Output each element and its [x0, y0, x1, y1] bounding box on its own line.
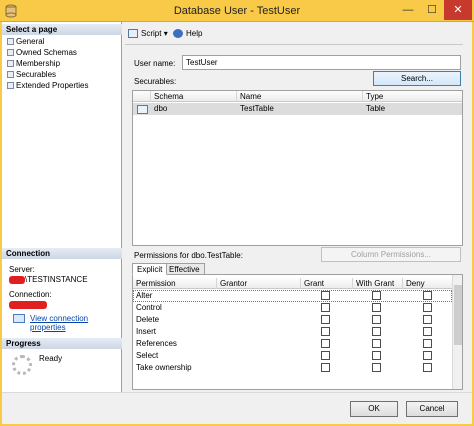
column-header-grantor[interactable]: Grantor	[217, 278, 301, 289]
chevron-down-icon: ▾	[163, 29, 168, 38]
permission-name-cell: Alter	[136, 291, 153, 300]
table-row[interactable]	[133, 103, 462, 115]
redacted-mark	[9, 300, 47, 309]
select-page-header: Select a page	[2, 24, 122, 35]
securable-type-cell: Table	[366, 104, 386, 113]
grant-checkbox[interactable]	[321, 339, 330, 348]
grant-checkbox[interactable]	[321, 351, 330, 360]
column-header-icon	[133, 91, 151, 102]
permissions-scrollbar[interactable]	[452, 275, 462, 389]
connection-value	[9, 300, 47, 309]
column-permissions-button[interactable]: Column Permissions...	[321, 247, 461, 262]
deny-checkbox[interactable]	[423, 291, 432, 300]
permission-name-cell: Select	[136, 351, 159, 360]
deny-checkbox[interactable]	[423, 351, 432, 360]
grant-checkbox[interactable]	[321, 363, 330, 372]
page-membership[interactable]: Membership	[7, 58, 60, 69]
deny-checkbox[interactable]	[423, 339, 432, 348]
column-header-schema[interactable]: Schema	[151, 91, 237, 102]
deny-checkbox[interactable]	[423, 363, 432, 372]
permission-name-cell: Control	[136, 303, 162, 312]
with-grant-checkbox[interactable]	[372, 291, 381, 300]
help-button[interactable]: Help	[173, 28, 202, 39]
connection-header: Connection	[2, 248, 122, 259]
securables-grid-header: Schema Name Type	[133, 91, 462, 102]
permissions-grid[interactable]: Permission Grantor Grant With Grant Deny…	[132, 274, 463, 390]
cancel-button[interactable]: Cancel	[406, 401, 458, 417]
script-icon	[128, 29, 138, 38]
deny-checkbox[interactable]	[423, 303, 432, 312]
page-general[interactable]: General	[7, 36, 44, 47]
left-pane: Select a page General Owned Schemas Memb…	[2, 22, 122, 392]
securable-schema-cell: dbo	[154, 104, 168, 113]
permission-name-cell: Take ownership	[136, 363, 192, 372]
with-grant-checkbox[interactable]	[372, 363, 381, 372]
grant-checkbox[interactable]	[321, 291, 330, 300]
permissions-label: Permissions for dbo.TestTable:	[134, 251, 243, 260]
permissions-grid-header: Permission Grantor Grant With Grant Deny	[133, 278, 462, 289]
page-securables[interactable]: Securables	[7, 69, 56, 80]
page-icon	[7, 82, 14, 89]
permission-name-cell: References	[136, 339, 177, 348]
properties-icon	[13, 314, 25, 323]
page-owned-schemas[interactable]: Owned Schemas	[7, 47, 77, 58]
securables-label: Securables:	[134, 77, 177, 86]
progress-spinner-icon	[12, 355, 32, 375]
help-icon	[173, 29, 183, 38]
table-icon	[137, 105, 148, 114]
progress-header: Progress	[2, 338, 122, 349]
close-button[interactable]: ✕	[444, 0, 472, 20]
title-bar: Database User - TestUser — ☐ ✕	[0, 0, 474, 22]
user-name-label: User name:	[134, 59, 176, 68]
maximize-button[interactable]: ☐	[420, 0, 444, 20]
view-connection-properties-link[interactable]: View connection properties	[13, 314, 121, 332]
tab-explicit[interactable]: Explicit	[132, 263, 168, 275]
right-pane: Script ▾ Help User name: TestUser Secura…	[123, 22, 472, 392]
column-header-permission[interactable]: Permission	[133, 278, 217, 289]
with-grant-checkbox[interactable]	[372, 351, 381, 360]
deny-checkbox[interactable]	[423, 327, 432, 336]
deny-checkbox[interactable]	[423, 315, 432, 324]
server-value: \TESTINSTANCE	[9, 275, 88, 284]
permission-name-cell: Insert	[136, 327, 157, 336]
grant-checkbox[interactable]	[321, 303, 330, 312]
user-name-field[interactable]: TestUser	[182, 55, 461, 70]
ok-button[interactable]: OK	[350, 401, 398, 417]
with-grant-checkbox[interactable]	[372, 339, 381, 348]
connection-label: Connection:	[9, 290, 52, 299]
dialog-footer: OK Cancel	[2, 392, 472, 424]
minimize-button[interactable]: —	[396, 0, 420, 20]
scrollbar-thumb[interactable]	[454, 285, 462, 345]
page-icon	[7, 38, 14, 45]
table-row[interactable]	[133, 290, 452, 302]
script-button[interactable]: Script ▾	[128, 28, 168, 39]
column-header-name[interactable]: Name	[237, 91, 363, 102]
securable-name-cell: TestTable	[240, 104, 274, 113]
page-icon	[7, 71, 14, 78]
column-header-with-grant[interactable]: With Grant	[353, 278, 403, 289]
search-button[interactable]: Search...	[373, 71, 461, 86]
column-header-type[interactable]: Type	[363, 91, 462, 102]
securables-grid[interactable]: Schema Name Type dbo TestTable Table	[132, 90, 463, 246]
with-grant-checkbox[interactable]	[372, 315, 381, 324]
progress-status: Ready	[39, 354, 63, 363]
redacted-mark	[9, 275, 25, 284]
page-extended-properties[interactable]: Extended Properties	[7, 80, 89, 91]
page-icon	[7, 60, 14, 67]
server-label: Server:	[9, 265, 35, 274]
grant-checkbox[interactable]	[321, 315, 330, 324]
column-header-grant[interactable]: Grant	[301, 278, 353, 289]
toolbar-divider	[125, 44, 463, 45]
column-header-deny[interactable]: Deny	[403, 278, 453, 289]
with-grant-checkbox[interactable]	[372, 303, 381, 312]
with-grant-checkbox[interactable]	[372, 327, 381, 336]
permission-name-cell: Delete	[136, 315, 160, 324]
page-icon	[7, 49, 14, 56]
grant-checkbox[interactable]	[321, 327, 330, 336]
